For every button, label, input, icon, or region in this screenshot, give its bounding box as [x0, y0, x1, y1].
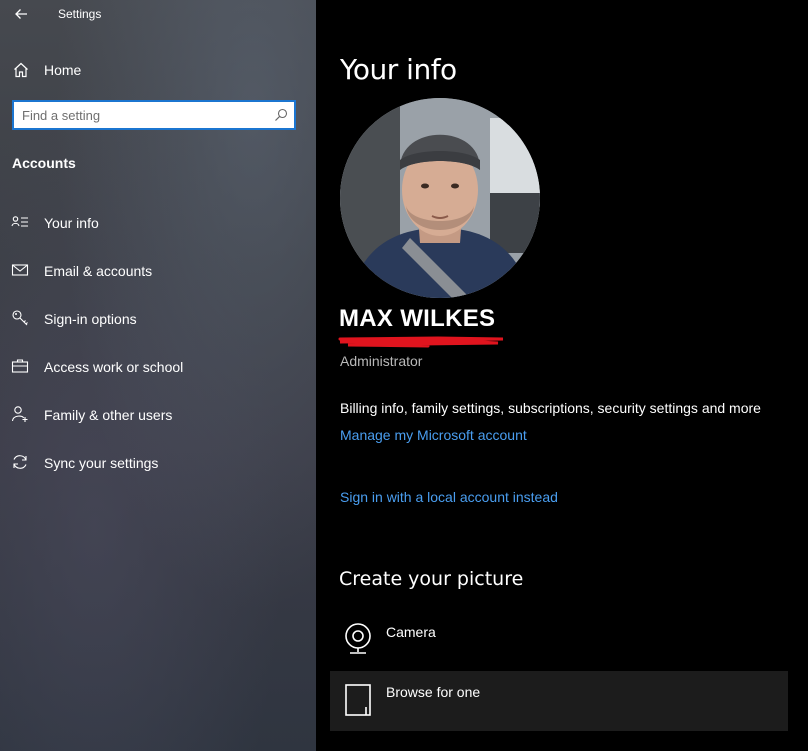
file-icon [342, 681, 374, 717]
sidebar-item-sign-in-options[interactable]: Sign-in options [0, 302, 316, 334]
sidebar-item-label: Email & accounts [44, 263, 153, 279]
sidebar-item-label: Sync your settings [44, 455, 159, 471]
local-account-link[interactable]: Sign in with a local account instead [340, 489, 558, 505]
sidebar-item-label: Your info [44, 215, 99, 231]
user-name: MAX WILKES [339, 305, 496, 332]
sidebar-item-label: Family & other users [44, 407, 173, 423]
manage-account-link[interactable]: Manage my Microsoft account [340, 427, 527, 443]
user-role: Administrator [340, 353, 423, 369]
app-title: Settings [58, 7, 102, 21]
sidebar: Settings Home Accounts Your info Email &… [0, 0, 316, 751]
search-icon[interactable] [274, 108, 288, 122]
key-icon [11, 309, 29, 327]
sync-icon [11, 453, 29, 471]
camera-icon [342, 621, 374, 657]
section-title: Accounts [12, 155, 76, 171]
sidebar-item-email-accounts[interactable]: Email & accounts [0, 254, 316, 286]
sidebar-item-access-work[interactable]: Access work or school [0, 350, 316, 382]
redaction-scribble [338, 336, 504, 348]
browse-option[interactable]: Browse for one [330, 671, 788, 731]
search-box [12, 100, 296, 130]
camera-label: Camera [386, 624, 436, 640]
sidebar-item-sync-settings[interactable]: Sync your settings [0, 446, 316, 478]
briefcase-icon [11, 357, 29, 375]
create-picture-title: Create your picture [339, 568, 524, 590]
camera-option[interactable]: Camera [330, 611, 788, 671]
nav-home[interactable]: Home [0, 56, 316, 84]
avatar-photo [340, 98, 540, 298]
billing-description: Billing info, family settings, subscript… [340, 400, 761, 416]
sidebar-item-family-users[interactable]: Family & other users [0, 398, 316, 430]
browse-label: Browse for one [386, 684, 481, 700]
avatar [340, 98, 540, 298]
mail-icon [11, 261, 29, 279]
page-title: Your info [340, 53, 457, 86]
sidebar-item-label: Access work or school [44, 359, 184, 375]
sidebar-item-label: Sign-in options [44, 311, 137, 327]
sidebar-item-your-info[interactable]: Your info [0, 206, 316, 238]
search-input[interactable] [22, 106, 262, 124]
person-card-icon [11, 213, 29, 231]
nav-home-label: Home [44, 62, 82, 78]
person-add-icon [11, 405, 29, 423]
title-bar: Settings [0, 0, 316, 28]
main-content: Your info MAX WILKES Administrator Billi… [316, 0, 808, 751]
home-icon [12, 61, 30, 79]
back-arrow-icon[interactable] [12, 4, 32, 24]
